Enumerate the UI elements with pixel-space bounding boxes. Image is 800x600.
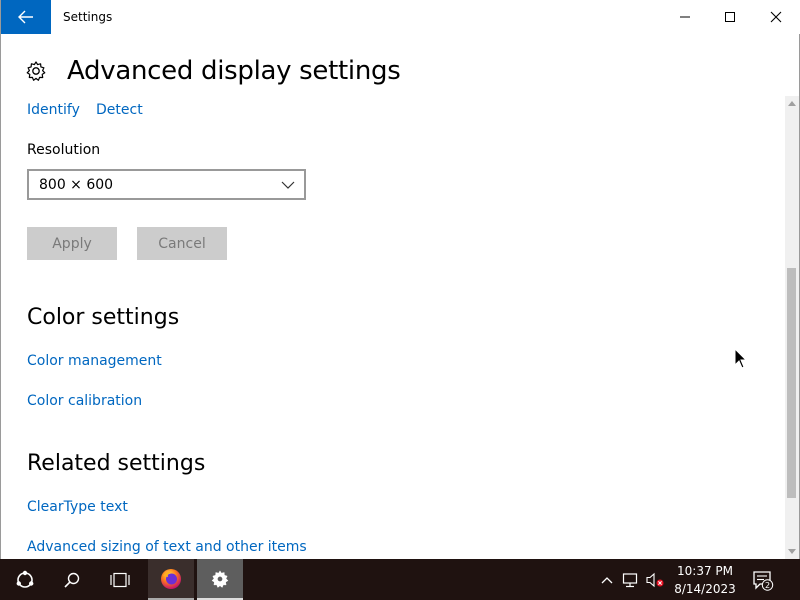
chevron-up-icon [601,576,613,583]
cleartype-text-link[interactable]: ClearType text [27,499,128,515]
network-icon [622,572,638,587]
scroll-up-icon[interactable] [788,100,796,106]
settings-taskbar-button[interactable] [197,559,243,600]
search-icon [64,572,80,588]
vertical-scrollbar[interactable] [785,96,799,559]
identify-link[interactable]: Identify [27,102,80,118]
search-button[interactable] [50,559,94,600]
page-header: Advanced display settings [25,56,401,86]
close-icon [770,11,782,23]
task-view-button[interactable] [96,559,144,600]
network-button[interactable] [620,559,642,600]
minimize-icon [680,16,690,18]
notification-count: 2 [765,581,770,590]
maximize-icon [725,12,735,22]
detect-link[interactable]: Detect [96,102,143,118]
back-arrow-icon [18,10,33,24]
scroll-thumb[interactable] [787,268,796,498]
back-button[interactable] [1,0,51,34]
start-icon [16,570,34,588]
resolution-dropdown[interactable]: 800 × 600 [27,169,306,200]
advanced-sizing-link[interactable]: Advanced sizing of text and other items [27,539,307,555]
action-center-button[interactable]: 2 [746,559,780,600]
color-management-link[interactable]: Color management [27,353,162,369]
clock-time[interactable]: 10:37 PM [670,564,740,578]
settings-window: Settings Advanced display settings Ident… [0,0,800,559]
start-button[interactable] [0,559,50,600]
color-settings-heading: Color settings [27,305,180,330]
settings-gear-icon [211,570,229,588]
show-hidden-icons-button[interactable] [598,559,616,600]
mouse-cursor-icon [734,348,748,369]
apply-button[interactable]: Apply [27,227,117,260]
chevron-down-icon [281,181,295,189]
minimize-button[interactable] [662,0,708,34]
content-area: Advanced display settings Identify Detec… [1,34,787,559]
related-settings-heading: Related settings [27,451,206,476]
title-bar: Settings [1,0,800,34]
maximize-button[interactable] [707,0,753,34]
close-button[interactable] [753,0,799,34]
color-calibration-link[interactable]: Color calibration [27,393,142,409]
firefox-taskbar-button[interactable] [148,559,194,600]
resolution-label: Resolution [27,142,101,158]
cancel-button[interactable]: Cancel [137,227,227,260]
clock-date[interactable]: 8/14/2023 [670,582,740,596]
notification-icon: 2 [753,570,774,591]
resolution-value: 800 × 600 [39,177,114,193]
firefox-icon [161,568,181,589]
volume-button[interactable] [644,559,666,600]
page-title: Advanced display settings [67,56,401,86]
gear-icon [26,61,46,81]
scroll-down-icon[interactable] [788,549,796,555]
volume-muted-icon [646,572,664,587]
window-title: Settings [63,10,113,24]
task-view-icon [110,572,130,587]
taskbar: 10:37 PM 8/14/2023 2 [0,559,800,600]
